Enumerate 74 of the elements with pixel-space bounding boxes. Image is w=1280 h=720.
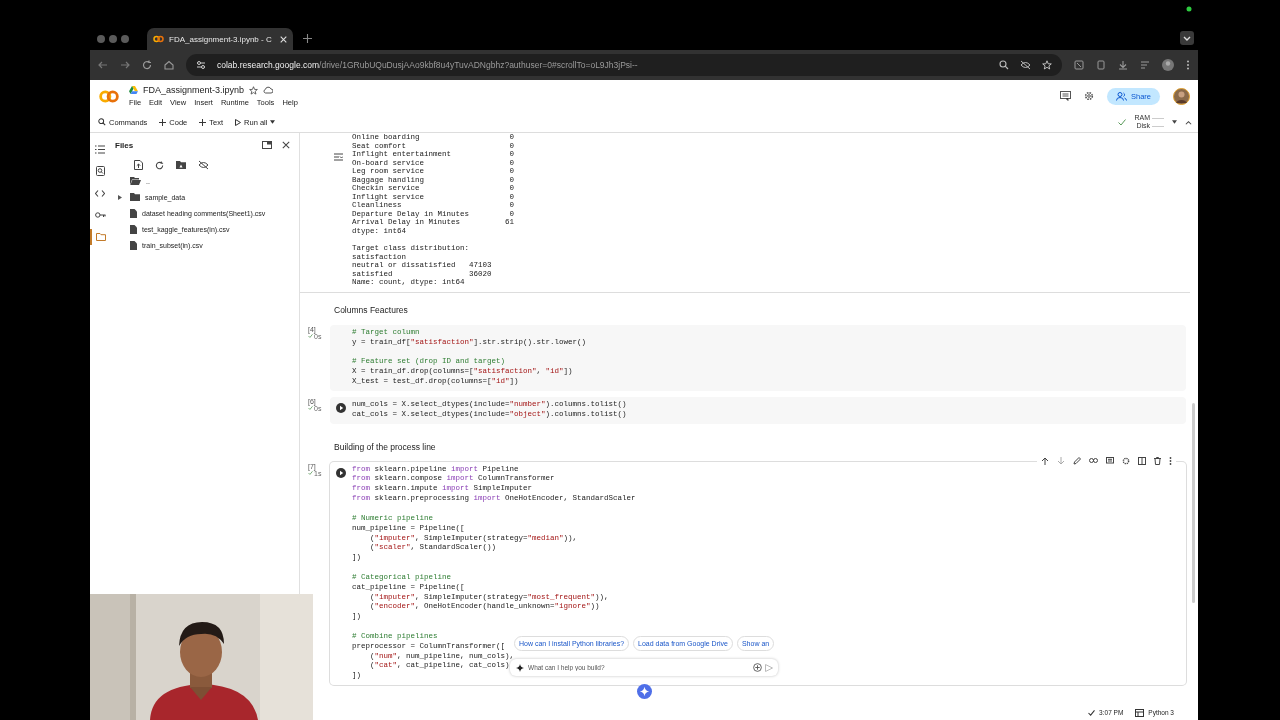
- site-settings-icon[interactable]: [196, 60, 206, 70]
- play-icon: [235, 118, 242, 126]
- colab-logo-icon[interactable]: [98, 89, 120, 103]
- download-icon[interactable]: [1118, 60, 1128, 70]
- user-avatar-icon[interactable]: [1173, 87, 1190, 105]
- eye-off-icon[interactable]: [198, 160, 209, 170]
- upload-file-icon[interactable]: [134, 160, 143, 170]
- delete-icon[interactable]: [1154, 456, 1161, 465]
- arrow-up-icon[interactable]: [1041, 456, 1049, 465]
- eye-off-icon[interactable]: [1020, 60, 1031, 70]
- drive-folder-icon[interactable]: [176, 161, 186, 169]
- folder-icon: [96, 233, 106, 241]
- close-icon[interactable]: [282, 141, 290, 149]
- check-icon: [308, 406, 313, 411]
- plus-icon: [159, 118, 167, 126]
- address-bar[interactable]: colab.research.google.com/drive/1GRubUQuDusjAAo9kbf8u4yTuvADNgbhz?authuser=0#scrollTo=oL9Jh3jPsi--: [186, 54, 1062, 76]
- check-icon: [308, 471, 313, 476]
- drive-icon: [129, 86, 138, 94]
- markdown-text: Building of the process line: [334, 441, 436, 452]
- browser-tab[interactable]: FDA_assignment-3.ipynb - C: [147, 28, 293, 50]
- search-icon: [98, 118, 106, 126]
- plus-icon: [199, 118, 207, 126]
- caret-icon: [270, 120, 276, 124]
- zoom-icon[interactable]: [999, 60, 1009, 70]
- scrollbar-thumb[interactable]: [1192, 403, 1195, 603]
- collapse-icon[interactable]: [1185, 119, 1192, 125]
- home-icon[interactable]: [164, 60, 174, 70]
- sparkle-icon: [516, 663, 524, 672]
- add-icon[interactable]: [753, 663, 762, 672]
- window-icon[interactable]: [262, 141, 272, 149]
- search-icon: [95, 166, 105, 176]
- gemini-button[interactable]: [637, 684, 652, 699]
- settings-icon[interactable]: [1122, 456, 1130, 465]
- notebook-title[interactable]: FDA_assignment-3.ipynb: [143, 85, 245, 95]
- more-icon[interactable]: [1169, 456, 1172, 465]
- key-icon: [94, 212, 106, 218]
- code-icon: [95, 189, 105, 197]
- minimize-window-button[interactable]: [109, 35, 117, 43]
- reload-icon[interactable]: [142, 60, 152, 70]
- expand-icon[interactable]: [118, 194, 122, 200]
- comment-icon[interactable]: [1060, 91, 1071, 101]
- extension-icon[interactable]: [1096, 60, 1106, 70]
- more-icon[interactable]: [1186, 60, 1190, 70]
- check-icon: [308, 334, 313, 339]
- profile-avatar-icon[interactable]: [1162, 59, 1174, 71]
- link-icon[interactable]: [1089, 458, 1098, 464]
- maximize-window-button[interactable]: [121, 35, 129, 43]
- run-button[interactable]: [336, 402, 346, 413]
- markdown-text: Columns Feactures: [334, 304, 408, 315]
- open-folder-icon: [130, 177, 141, 185]
- back-icon[interactable]: [98, 60, 108, 70]
- check-icon: [1118, 118, 1126, 126]
- folder-icon: [130, 193, 140, 201]
- panel-title: Files: [115, 140, 134, 150]
- cloud-icon: [263, 86, 274, 94]
- terminal-icon[interactable]: [1135, 708, 1145, 717]
- caret-icon[interactable]: [1172, 120, 1177, 124]
- mirror-icon[interactable]: [1138, 456, 1146, 465]
- output-menu-icon[interactable]: [334, 153, 343, 161]
- settings-icon[interactable]: [1084, 91, 1094, 101]
- list-icon: [95, 144, 105, 154]
- refresh-icon[interactable]: [155, 160, 164, 170]
- colab-logo-icon: [153, 35, 164, 43]
- people-icon: [1116, 91, 1127, 101]
- check-icon: [1088, 709, 1096, 716]
- comment-icon[interactable]: [1106, 456, 1114, 465]
- pen-icon[interactable]: [1073, 456, 1081, 465]
- forward-icon[interactable]: [120, 60, 130, 70]
- star-icon[interactable]: [249, 85, 259, 95]
- new-tab-icon[interactable]: [303, 34, 312, 43]
- tab-menu-icon[interactable]: [1180, 31, 1194, 45]
- run-button[interactable]: [336, 467, 346, 478]
- close-window-button[interactable]: [97, 35, 105, 43]
- extension-icon[interactable]: [1074, 60, 1084, 70]
